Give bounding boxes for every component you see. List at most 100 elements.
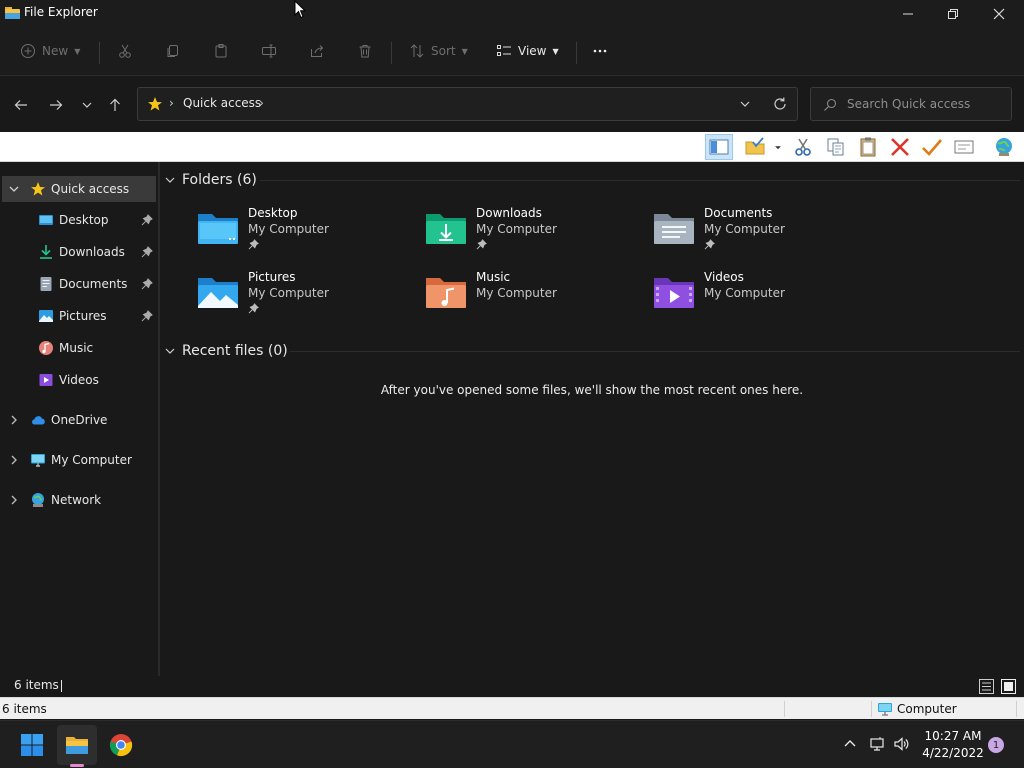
rename-button[interactable] [261, 38, 277, 64]
delete-tool-button[interactable] [886, 134, 914, 160]
star-icon [31, 182, 45, 196]
confirm-tool-button[interactable] [918, 134, 946, 160]
sidebar-item-documents[interactable]: Documents [2, 271, 156, 297]
arrow-left-icon [14, 100, 27, 110]
search-input[interactable] [847, 95, 1005, 113]
sort-button[interactable]: Sort ▼ [409, 38, 468, 64]
breadcrumb-location[interactable]: Quick access [183, 96, 261, 110]
folder-tile-music[interactable]: Music My Computer [424, 270, 624, 322]
chevron-down-icon: ▼ [74, 46, 81, 56]
refresh-icon[interactable] [772, 96, 788, 112]
notification-badge[interactable]: 1 [988, 737, 1004, 753]
properties-tool-button[interactable] [950, 134, 978, 160]
sidebar-item-onedrive[interactable]: OneDrive [2, 407, 156, 433]
delete-button[interactable] [357, 38, 373, 64]
network-status-icon[interactable] [869, 736, 885, 752]
recent-files-group-title: Recent files (0) [182, 343, 288, 359]
recent-files-empty-message: After you've opened some files, we'll sh… [380, 383, 804, 397]
new-button[interactable]: New ▼ [20, 38, 80, 64]
tiles-view-icon [1000, 678, 1016, 694]
chevron-up-icon[interactable] [842, 736, 858, 752]
up-button[interactable] [103, 93, 127, 117]
sidebar-item-desktop[interactable]: Desktop [2, 207, 156, 233]
share-button[interactable] [309, 38, 325, 64]
chevron-down-icon: ▼ [461, 46, 468, 56]
folder-tile-videos[interactable]: Videos My Computer [652, 270, 852, 322]
folder-tile-downloads[interactable]: Downloads My Computer [424, 206, 624, 258]
sidebar-item-downloads[interactable]: Downloads [2, 239, 156, 265]
separator [576, 42, 577, 64]
network-globe-button[interactable] [990, 134, 1018, 160]
select-folder-dropdown[interactable] [770, 134, 786, 160]
taskbar-chrome[interactable] [101, 725, 141, 765]
copy-button[interactable] [165, 38, 181, 64]
pin-icon [476, 239, 487, 250]
chevron-down-icon [82, 102, 92, 108]
sidebar-item-my-computer[interactable]: My Computer [2, 447, 156, 473]
recent-locations-button[interactable] [75, 93, 99, 117]
minimize-button[interactable] [885, 0, 931, 28]
search-icon [824, 98, 837, 111]
sidebar-item-videos[interactable]: Videos [2, 367, 156, 393]
recent-files-group-header[interactable]: Recent files (0) [164, 340, 288, 362]
sidebar-item-label: Documents [59, 277, 128, 291]
classic-toolbar [0, 132, 1024, 162]
clock-time[interactable]: 10:27 AM [920, 729, 986, 743]
search-box[interactable] [810, 87, 1012, 121]
close-button[interactable] [976, 0, 1022, 28]
clock-date[interactable]: 4/22/2022 [920, 746, 986, 760]
plus-circle-icon [21, 44, 35, 58]
computer-zone-icon [878, 703, 892, 716]
more-options-button[interactable] [592, 38, 608, 64]
folder-tile-desktop[interactable]: Desktop My Computer [196, 206, 396, 258]
title-bar: File Explorer [0, 0, 1024, 28]
pin-icon [141, 246, 153, 258]
details-view-button[interactable] [977, 677, 995, 695]
chevron-down-icon: ▼ [552, 46, 559, 56]
taskbar: 10:27 AM 4/22/2022 1 [0, 720, 1024, 768]
video-icon [39, 374, 53, 386]
checkmark-icon [922, 139, 942, 156]
chevron-right-icon[interactable] [8, 454, 20, 466]
folder-tile-documents[interactable]: Documents My Computer [652, 206, 852, 258]
volume-icon[interactable] [893, 736, 909, 752]
select-folder-button[interactable] [741, 134, 769, 160]
share-icon [311, 45, 324, 57]
sidebar-item-music[interactable]: Music [2, 335, 156, 361]
copy-tool-button[interactable] [822, 134, 850, 160]
address-bar[interactable]: › Quick access › [137, 87, 798, 121]
sidebar-item-quick-access[interactable]: Quick access [2, 176, 156, 202]
restore-button[interactable] [930, 0, 976, 28]
taskbar-file-explorer[interactable] [57, 725, 97, 765]
start-button[interactable] [12, 725, 52, 765]
chevron-down-icon [165, 177, 175, 183]
folder-tile-pictures[interactable]: Pictures My Computer [196, 270, 396, 322]
folder-location: My Computer [704, 222, 785, 236]
breadcrumb-chevron-icon[interactable]: › [259, 96, 264, 110]
forward-button[interactable] [44, 93, 68, 117]
folder-name: Desktop [248, 206, 298, 220]
pin-icon [704, 239, 715, 250]
folders-group-header[interactable]: Folders (6) [164, 169, 257, 191]
chevron-down-icon [165, 348, 175, 354]
chevron-right-icon[interactable] [8, 414, 20, 426]
pin-icon [141, 310, 153, 322]
paste-tool-button[interactable] [854, 134, 882, 160]
item-count: 6 items [14, 678, 59, 692]
minimize-icon [903, 13, 913, 15]
large-icons-view-button[interactable] [999, 677, 1017, 695]
chevron-down-icon[interactable] [8, 183, 20, 195]
resize-grip[interactable] [1016, 701, 1017, 717]
sidebar-item-network[interactable]: Network [2, 487, 156, 513]
breadcrumb-chevron-icon[interactable]: › [169, 96, 174, 110]
sidebar-item-pictures[interactable]: Pictures [2, 303, 156, 329]
chevron-right-icon[interactable] [8, 494, 20, 506]
cut-button[interactable] [117, 38, 133, 64]
computer-monitor-icon [31, 454, 45, 467]
paste-button[interactable] [213, 38, 229, 64]
address-history-icon[interactable] [738, 97, 752, 111]
navigation-pane-button[interactable] [705, 134, 733, 160]
cut-tool-button[interactable] [789, 134, 817, 160]
back-button[interactable] [9, 93, 33, 117]
view-button[interactable]: View ▼ [496, 38, 559, 64]
